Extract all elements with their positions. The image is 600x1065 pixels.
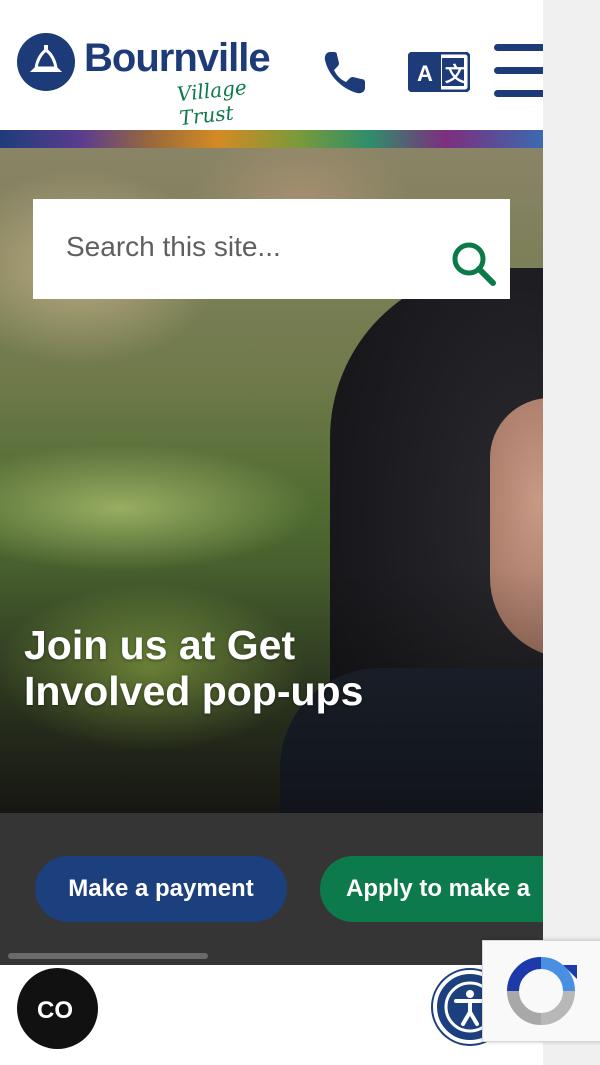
quick-links-bar: Make a payment Apply to make a [0,813,543,965]
svg-text:A: A [417,61,433,86]
hero-title[interactable]: Join us at Get Involved pop-ups [24,622,444,714]
page: Bournville Village Trust A 文 Join us at … [0,0,543,1065]
page-scrollbar[interactable] [543,0,600,1065]
make-payment-button[interactable]: Make a payment [35,856,287,922]
svg-text:CO: CO [37,997,73,1024]
bournville-logo-icon [17,33,75,91]
svg-text:文: 文 [445,62,466,86]
hamburger-menu-icon[interactable] [494,44,543,98]
search-box [33,199,510,299]
logo-wordmark: Bournville [84,36,271,80]
site-header: Bournville Village Trust A 文 [0,0,543,130]
search-input[interactable] [66,225,436,269]
horizontal-scrollbar[interactable] [8,953,208,959]
apply-button[interactable]: Apply to make a [320,856,543,922]
search-icon[interactable] [449,239,499,289]
recaptcha-badge[interactable] [482,940,600,1042]
translate-icon[interactable]: A 文 [408,52,470,92]
colour-stripe [0,130,543,148]
phone-icon[interactable] [318,44,374,100]
site-logo[interactable]: Bournville Village Trust [16,32,296,130]
recaptcha-icon [507,957,577,1025]
closed-captions-button[interactable]: CO [17,968,98,1049]
closed-captions-icon: CO [37,997,73,1024]
